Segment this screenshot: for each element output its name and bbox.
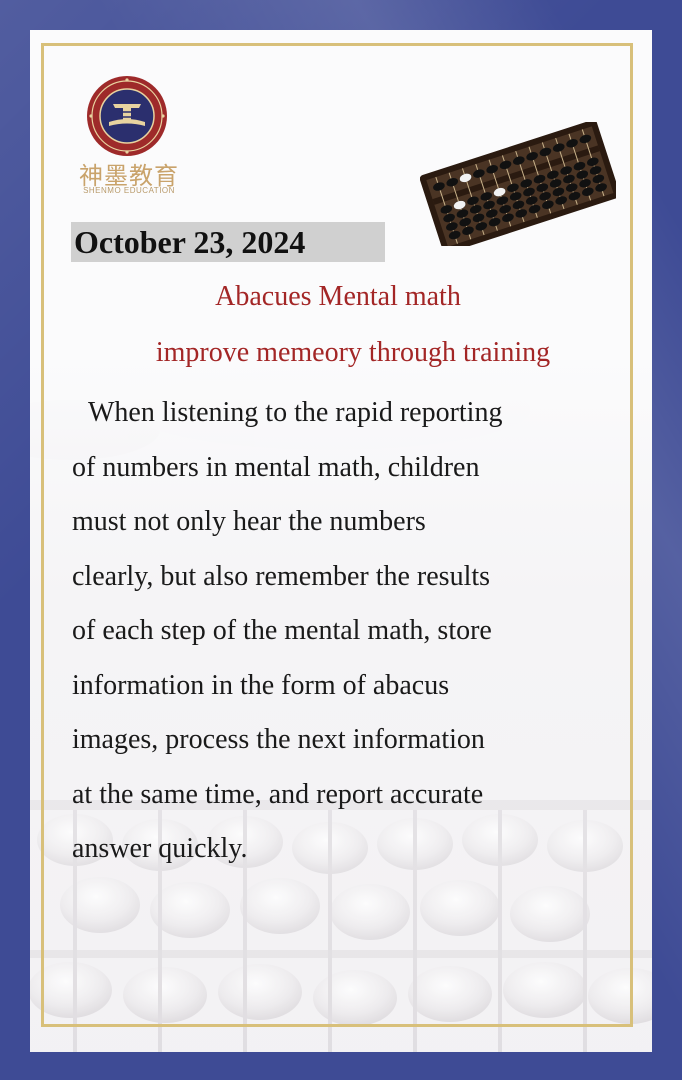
body-line: When listening to the rapid reporting (88, 397, 503, 428)
abacus-image (420, 122, 616, 246)
body-line: images, process the next information (72, 724, 485, 755)
post-date: October 23, 2024 (74, 224, 306, 260)
body-line: clearly, but also remember the results (72, 560, 491, 592)
headline-line-1: Abacues Mental math (215, 281, 461, 312)
body-line: answer quickly. (72, 833, 248, 864)
poster-card: 神墨教育 SHENMO EDUCATION October 23, 2024 A… (30, 30, 652, 1052)
body-line: at the same time, and report accurate (72, 778, 484, 810)
body-line: information in the form of abacus (72, 669, 450, 701)
headline-line-2: improve memeory through training (155, 337, 551, 368)
body-line: of each step of the mental math, store (72, 615, 492, 646)
body-paragraph: When listening to the rapid reporting of… (72, 386, 632, 877)
logo-seal-icon (87, 76, 167, 156)
logo-name-en: SHENMO EDUCATION (83, 186, 175, 195)
body-line: of numbers in mental math, children (72, 451, 480, 483)
shenmo-logo: 神墨教育 SHENMO EDUCATION (73, 74, 185, 222)
body-line: must not only hear the numbers (72, 506, 426, 537)
